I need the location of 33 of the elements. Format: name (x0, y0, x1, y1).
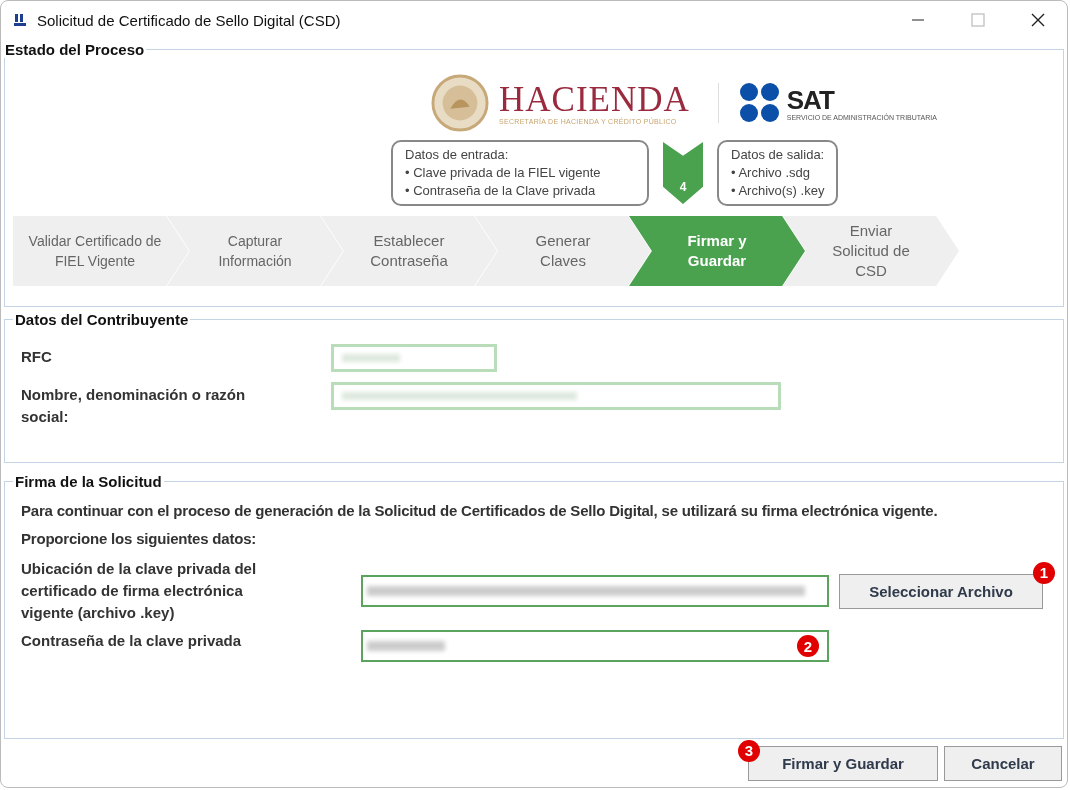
intro-text: Para continuar con el proceso de generación de la Solicitud de Certificados de Sello Digital, se utilizará su firma electrónica vigente. (21, 501, 939, 521)
box-item: • Archivo(s) .key (731, 182, 825, 200)
box-item: • Clave privada de la FIEL vigente (405, 164, 602, 182)
box-title: Datos de salida: (731, 146, 825, 164)
file-path-field[interactable] (361, 575, 829, 607)
box-title: Datos de entrada: (405, 146, 510, 164)
section-title: Firma de la Solicitud (14, 473, 163, 490)
input-field[interactable] (331, 382, 781, 410)
callout-badge: 1 (1033, 561, 1055, 584)
field-label: Contraseña de la clave privada (21, 631, 243, 651)
process-step: Enviar Solicitud de CSD (783, 216, 959, 286)
box-item: • Archivo .sdg (731, 164, 811, 182)
callout-badge: 3 (738, 739, 760, 762)
field-label: Nombre, denominación o razón social: (21, 385, 247, 427)
password-field[interactable]: 2 (361, 630, 829, 662)
step-marker: 4 (663, 142, 703, 204)
callout-badge: 2 (797, 635, 819, 657)
seal-icon (431, 74, 489, 132)
section-title: Estado del Proceso (4, 41, 146, 58)
agency-name: SAT (786, 85, 835, 114)
prompt-text: Proporcione los siguientes datos: (21, 529, 258, 549)
field-label: RFC (21, 347, 53, 367)
close-icon[interactable] (1031, 13, 1045, 27)
input-field[interactable] (331, 344, 497, 372)
app-icon (13, 13, 27, 27)
dialog-button[interactable]: Cancelar (944, 745, 1062, 781)
dots-logo-icon (738, 82, 781, 124)
box-item: • Contraseña de la Clave privada (405, 182, 597, 200)
process-step: Validar Certificado de FIEL Vigente (13, 216, 189, 286)
window-title: Solicitud de Certificado de Sello Digital (CSD) (37, 11, 341, 29)
field-label: Ubicación de la clave privada del certificado de firma electrónica vigente (archivo .key) (21, 559, 258, 623)
section-title: Datos del Contribuyente (14, 311, 190, 328)
brand-name: HACIENDA (499, 81, 690, 118)
